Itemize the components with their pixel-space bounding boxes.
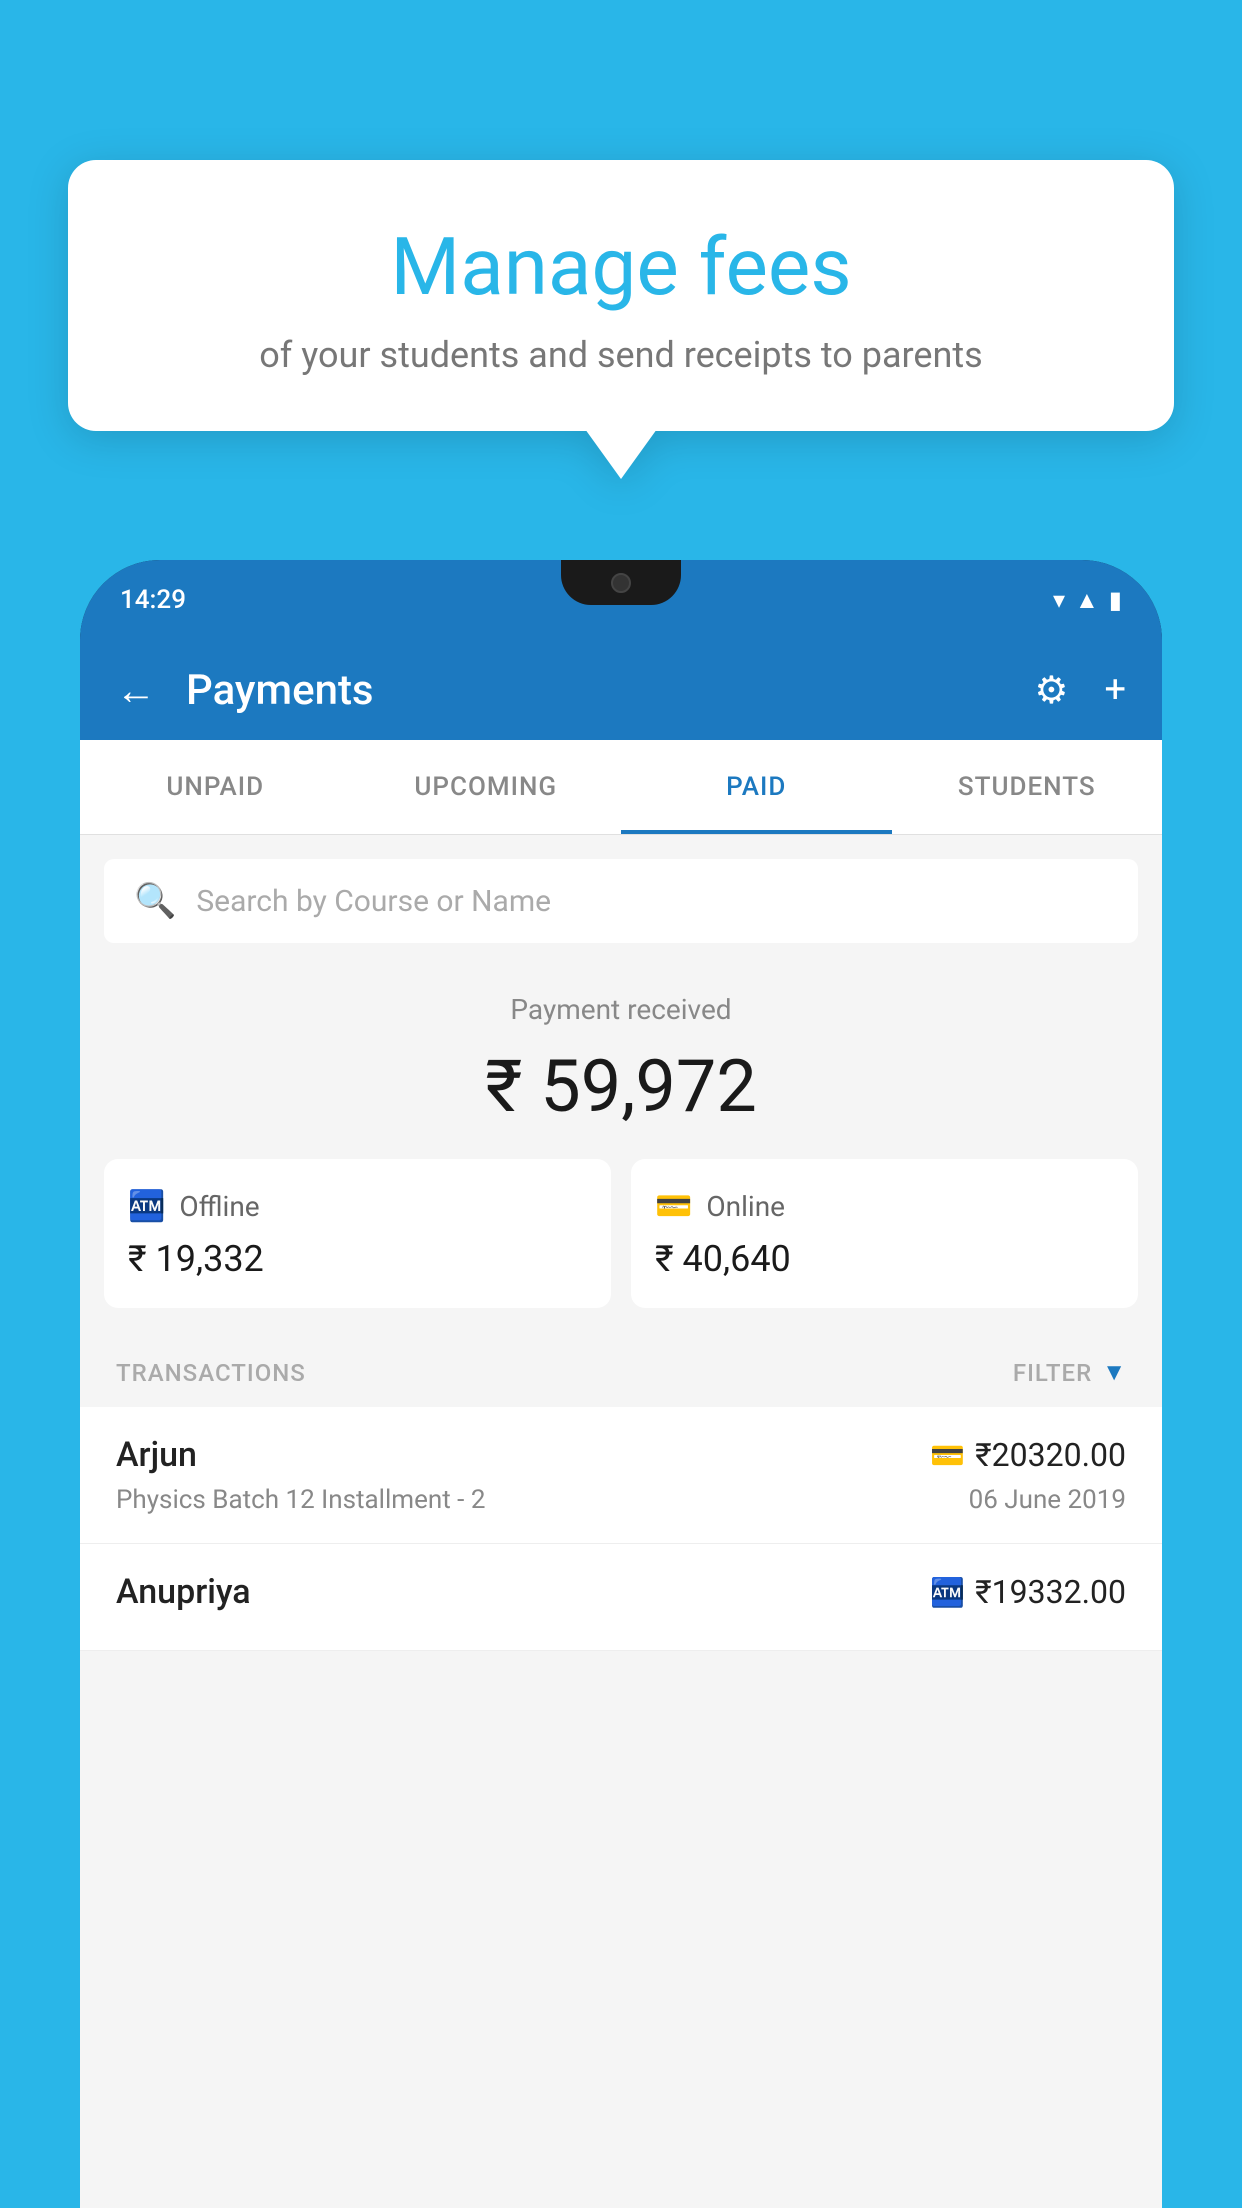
header-actions: ⚙ +	[1034, 668, 1126, 713]
status-time: 14:29	[120, 585, 186, 615]
online-card: 💳 Online ₹ 40,640	[631, 1159, 1138, 1308]
app-header: ← Payments ⚙ +	[80, 640, 1162, 740]
tab-paid[interactable]: PAID	[621, 740, 892, 834]
offline-label: Offline	[179, 1190, 259, 1223]
transaction-row-bottom: Physics Batch 12 Installment - 2 06 June…	[116, 1485, 1126, 1515]
transactions-header: TRANSACTIONS FILTER ▼	[80, 1338, 1162, 1407]
offline-amount: ₹ 19,332	[128, 1238, 587, 1280]
transaction-detail: Physics Batch 12 Installment - 2	[116, 1485, 485, 1515]
status-icons: ▾ ▲ ▮	[1053, 586, 1122, 615]
transaction-name: Arjun	[116, 1435, 197, 1475]
transaction-row[interactable]: Anupriya 🏧 ₹19332.00	[80, 1544, 1162, 1651]
search-icon: 🔍	[134, 881, 176, 921]
transaction-amount-wrap: 🏧 ₹19332.00	[930, 1573, 1126, 1611]
tab-upcoming[interactable]: UPCOMING	[351, 740, 622, 834]
phone-device: 14:29 ▾ ▲ ▮ ← Payments ⚙ + UNPAID UPCOMI…	[80, 560, 1162, 2208]
battery-icon: ▮	[1109, 586, 1122, 614]
transaction-payment-icon: 💳	[930, 1439, 965, 1472]
app-content: 🔍 Search by Course or Name Payment recei…	[80, 835, 1162, 2208]
transaction-row[interactable]: Arjun 💳 ₹20320.00 Physics Batch 12 Insta…	[80, 1407, 1162, 1544]
camera-dot	[611, 573, 631, 593]
back-button[interactable]: ←	[116, 667, 156, 714]
offline-card-header: 🏧 Offline	[128, 1189, 587, 1224]
offline-icon: 🏧	[128, 1189, 165, 1224]
signal-icon: ▲	[1075, 586, 1099, 615]
transaction-name: Anupriya	[116, 1572, 251, 1612]
transaction-amount: ₹20320.00	[975, 1436, 1126, 1474]
transaction-amount: ₹19332.00	[975, 1573, 1126, 1611]
transaction-date: 06 June 2019	[969, 1485, 1126, 1515]
bubble-subtitle: of your students and send receipts to pa…	[118, 334, 1124, 376]
phone-screen: ← Payments ⚙ + UNPAID UPCOMING PAID STUD…	[80, 640, 1162, 2208]
online-label: Online	[706, 1190, 785, 1223]
transaction-amount-wrap: 💳 ₹20320.00	[930, 1436, 1126, 1474]
page-title: Payments	[186, 666, 1004, 715]
bubble-title: Manage fees	[118, 220, 1124, 314]
transaction-payment-icon: 🏧	[930, 1576, 965, 1609]
notch	[561, 560, 681, 605]
tab-bar: UNPAID UPCOMING PAID STUDENTS	[80, 740, 1162, 835]
tab-unpaid[interactable]: UNPAID	[80, 740, 351, 834]
tab-students[interactable]: STUDENTS	[892, 740, 1163, 834]
card-icon: 💳	[655, 1189, 692, 1224]
transactions-label: TRANSACTIONS	[116, 1359, 306, 1387]
add-icon[interactable]: +	[1104, 668, 1126, 712]
status-bar: 14:29 ▾ ▲ ▮	[80, 560, 1162, 640]
payment-cards-row: 🏧 Offline ₹ 19,332 💳 Online ₹ 40,640	[80, 1159, 1162, 1338]
search-bar[interactable]: 🔍 Search by Course or Name	[104, 859, 1138, 943]
payment-received-amount: ₹ 59,972	[104, 1044, 1138, 1129]
filter-icon: ▼	[1102, 1358, 1126, 1387]
online-amount: ₹ 40,640	[655, 1238, 1114, 1280]
payment-received-section: Payment received ₹ 59,972	[80, 943, 1162, 1159]
search-placeholder: Search by Course or Name	[196, 884, 551, 919]
online-card-header: 💳 Online	[655, 1189, 1114, 1224]
wifi-icon: ▾	[1053, 586, 1065, 614]
transaction-row-top: Anupriya 🏧 ₹19332.00	[116, 1572, 1126, 1612]
speech-bubble: Manage fees of your students and send re…	[68, 160, 1174, 431]
settings-icon[interactable]: ⚙	[1034, 668, 1068, 713]
transaction-row-top: Arjun 💳 ₹20320.00	[116, 1435, 1126, 1475]
offline-card: 🏧 Offline ₹ 19,332	[104, 1159, 611, 1308]
filter-section[interactable]: FILTER ▼	[1013, 1358, 1126, 1387]
payment-received-label: Payment received	[104, 993, 1138, 1026]
filter-label: FILTER	[1013, 1359, 1092, 1387]
